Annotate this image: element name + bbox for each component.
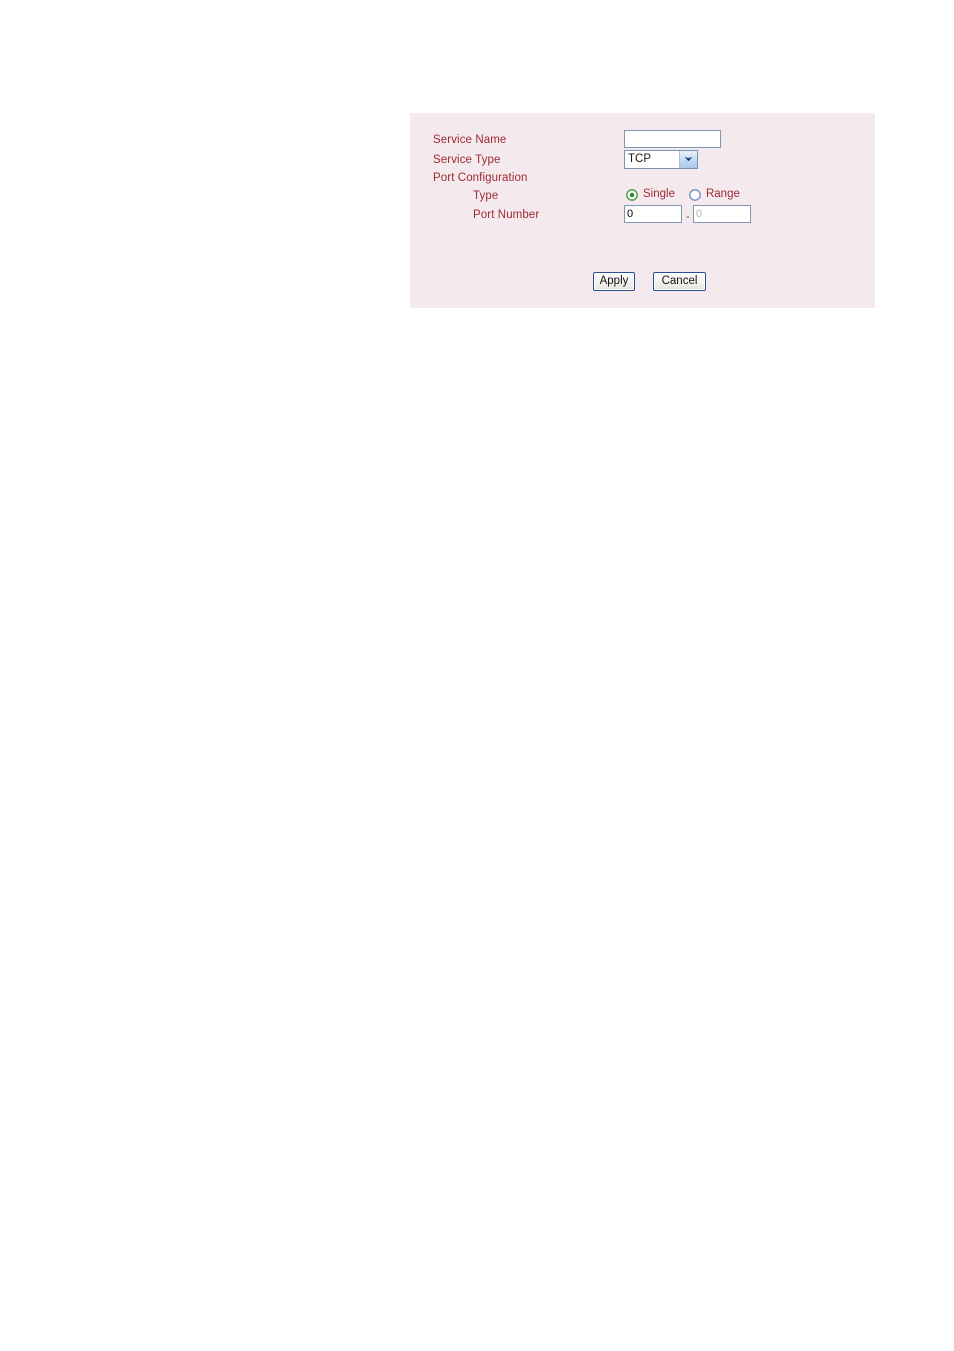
port-type-radio-range-label: Range <box>705 188 740 200</box>
port-type-label: Type <box>473 190 499 202</box>
port-number-label: Port Number <box>473 209 540 221</box>
port-range-separator: - <box>686 211 690 223</box>
port-type-radio-single[interactable]: Single <box>626 187 675 201</box>
service-configuration-panel: Service Name Service Type TCP Port Confi… <box>410 113 875 308</box>
port-type-radio-group: Single Range <box>626 187 754 201</box>
port-type-radio-range[interactable]: Range <box>689 187 740 201</box>
chevron-down-icon[interactable] <box>679 151 697 168</box>
cancel-button[interactable]: Cancel <box>653 272 706 291</box>
port-number-end-input[interactable] <box>693 205 751 223</box>
service-type-label: Service Type <box>433 154 501 166</box>
radio-unselected-icon <box>689 188 701 201</box>
apply-button[interactable]: Apply <box>593 272 635 291</box>
service-type-select[interactable]: TCP <box>624 150 698 169</box>
service-name-label: Service Name <box>433 134 507 146</box>
port-type-radio-single-label: Single <box>643 188 675 200</box>
service-type-selected-value: TCP <box>628 153 651 165</box>
radio-selected-icon <box>626 188 638 201</box>
service-name-input[interactable] <box>624 130 721 148</box>
port-number-start-input[interactable] <box>624 205 682 223</box>
port-configuration-label: Port Configuration <box>433 172 528 184</box>
